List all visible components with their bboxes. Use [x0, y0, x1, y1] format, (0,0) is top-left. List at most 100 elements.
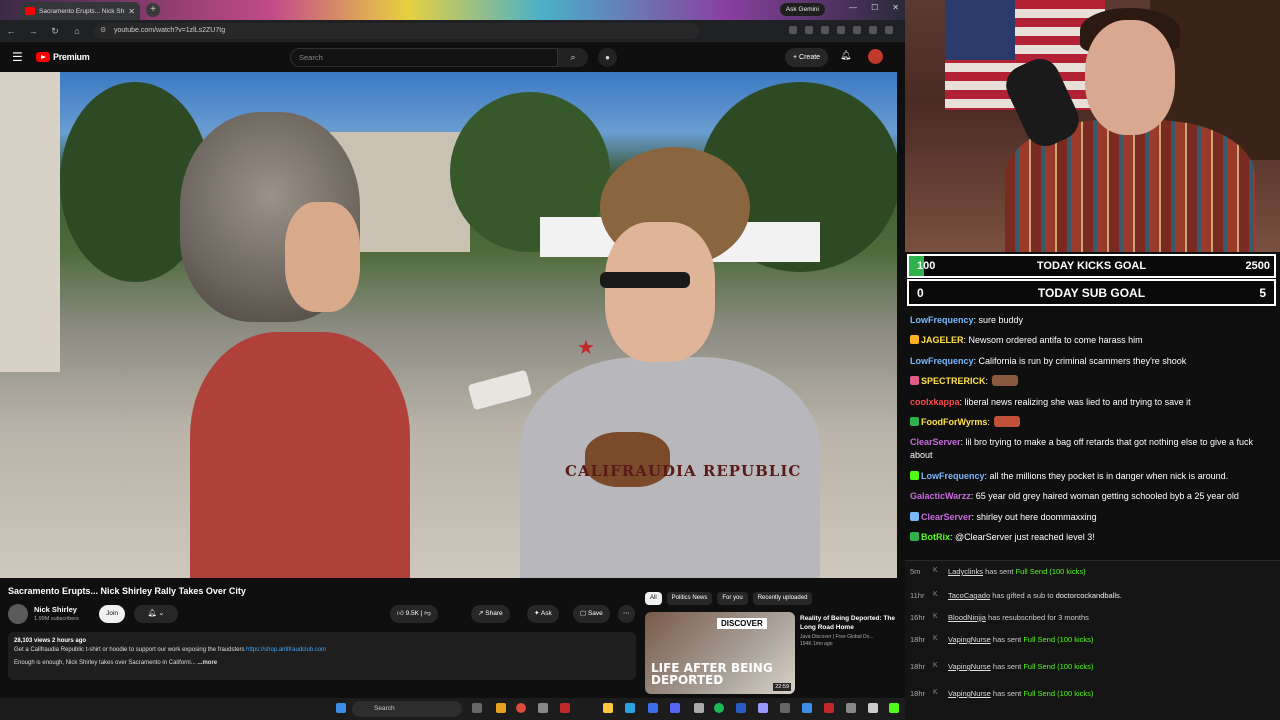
event-username[interactable]: VapingNurse: [948, 635, 991, 644]
extension-icon[interactable]: [821, 26, 829, 34]
extension-icon[interactable]: [789, 26, 797, 34]
ask-button[interactable]: ✦ Ask: [527, 605, 559, 623]
url-field[interactable]: ⚙ youtube.com/watch?v=1zlLs2ZU7tg: [94, 23, 699, 39]
event-username[interactable]: VapingNurse: [948, 662, 991, 671]
app-icon[interactable]: [868, 703, 878, 713]
chat-username[interactable]: LowFrequency: [910, 315, 974, 325]
share-button[interactable]: ↗ Share: [471, 605, 510, 623]
minimize-icon[interactable]: —: [849, 3, 857, 12]
app-icon[interactable]: [780, 703, 790, 713]
search-icon[interactable]: ⌕: [558, 48, 588, 67]
app-icon[interactable]: [846, 703, 856, 713]
chat-text: :: [987, 416, 990, 427]
channel-avatar[interactable]: [8, 604, 28, 624]
chip-for-you[interactable]: For you: [717, 592, 748, 605]
tab-close-icon[interactable]: ✕: [128, 7, 135, 16]
extension-icon[interactable]: [837, 26, 845, 34]
hamburger-menu-icon[interactable]: ☰: [12, 50, 26, 64]
taskbar-search[interactable]: Search: [352, 701, 462, 717]
start-icon[interactable]: [336, 703, 346, 713]
youtube-logo[interactable]: Premium: [36, 52, 90, 62]
app-icon[interactable]: [560, 703, 570, 713]
app-icon[interactable]: [736, 703, 746, 713]
share-label: Share: [485, 610, 503, 617]
app-icon[interactable]: [538, 703, 548, 713]
home-icon[interactable]: ⌂: [72, 26, 82, 36]
join-button[interactable]: Join: [99, 605, 125, 623]
app-icon[interactable]: [648, 703, 658, 713]
chat-username[interactable]: coolxkappa: [910, 397, 960, 407]
site-info-icon[interactable]: ⚙: [100, 23, 106, 39]
discord-icon[interactable]: [670, 703, 680, 713]
kick-icon[interactable]: [889, 703, 899, 713]
create-button[interactable]: + Create: [785, 48, 829, 67]
file-explorer-icon[interactable]: [496, 703, 506, 713]
premiere-icon[interactable]: [758, 703, 768, 713]
channel-name[interactable]: Nick Shirley: [34, 605, 77, 614]
chat-username[interactable]: LowFrequency: [921, 471, 985, 481]
event-username[interactable]: BloodNinjja: [948, 613, 986, 622]
event-username[interactable]: VapingNurse: [948, 689, 991, 698]
more-link[interactable]: ...more: [197, 660, 217, 666]
chrome-icon[interactable]: [516, 703, 526, 713]
app-icon[interactable]: [824, 703, 834, 713]
video-duration: 22:59: [773, 683, 791, 691]
menu-dots-icon[interactable]: [885, 26, 893, 34]
bookmark-star-icon[interactable]: [805, 26, 813, 34]
chat-message: LowFrequency: California is run by crimi…: [910, 355, 1270, 368]
chip-politics-news[interactable]: Politics News: [666, 592, 713, 605]
recommended-title[interactable]: Reality of Being Deported: The Long Road…: [800, 614, 895, 632]
event-text: VapingNurse has sent Full Send (100 kick…: [948, 662, 1093, 671]
telegram-icon[interactable]: [625, 703, 635, 713]
shop-link[interactable]: https://shop.antifraudclub.com: [246, 647, 326, 653]
account-avatar[interactable]: [868, 49, 883, 64]
chat-username[interactable]: GalacticWarzz: [910, 491, 971, 501]
microphone-icon[interactable]: ●: [598, 48, 617, 67]
spotify-icon[interactable]: [714, 703, 724, 713]
app-icon[interactable]: [603, 703, 613, 713]
like-button[interactable]: 👍︎ 9.5K | 👎︎: [390, 605, 438, 623]
chat-username[interactable]: JAGELER: [921, 335, 964, 345]
chat-username[interactable]: ClearServer: [921, 512, 972, 522]
app-icon[interactable]: [802, 703, 812, 713]
event-username[interactable]: TacoCagado: [948, 591, 990, 600]
search-input[interactable]: Search: [290, 48, 558, 67]
kicks-goal-bar: 100 TODAY KICKS GOAL 2500: [907, 254, 1276, 278]
recommended-thumbnail[interactable]: DISCOVER LIFE AFTER BEING DEPORTED 22:59: [645, 612, 795, 694]
chat-message: JAGELER: Newsom ordered antifa to come h…: [910, 334, 1270, 347]
browser-tab-active[interactable]: Sacramento Erupts... Nick Sh ✕: [20, 2, 140, 20]
star-icon: ★: [577, 337, 595, 359]
ask-label: Ask: [540, 610, 552, 617]
new-tab-button[interactable]: +: [146, 3, 160, 17]
more-actions-icon[interactable]: ⋯: [618, 605, 635, 623]
subscribed-bell-button[interactable]: 🔔︎ ⌄: [134, 605, 178, 623]
save-button[interactable]: ▢ Save: [573, 605, 610, 623]
back-icon[interactable]: ←: [6, 26, 16, 36]
chat-username[interactable]: LowFrequency: [910, 356, 974, 366]
chat-username[interactable]: FoodForWyrms: [921, 417, 987, 427]
extension-icons: [789, 26, 893, 34]
chip-recently-uploaded[interactable]: Recently uploaded: [752, 592, 813, 605]
chat-username[interactable]: BotRix: [921, 532, 950, 542]
task-view-icon[interactable]: [472, 703, 482, 713]
chat-username[interactable]: ClearServer: [910, 437, 961, 447]
chat-message: LowFrequency: sure buddy: [910, 314, 1270, 327]
kicks-goal-label: TODAY KICKS GOAL: [1036, 260, 1147, 272]
chat-username[interactable]: SPECTRERICK: [921, 376, 986, 386]
chat-badge-icon: [910, 335, 919, 345]
forward-icon[interactable]: →: [28, 26, 38, 36]
profile-icon[interactable]: [869, 26, 877, 34]
video-player[interactable]: ★ CALIFRAUDIA REPUBLIC: [0, 72, 897, 578]
maximize-icon[interactable]: ☐: [871, 3, 878, 12]
event-username[interactable]: Ladyclinks: [948, 567, 983, 576]
description-box[interactable]: 28,103 views 2 hours ago Get a Califraud…: [8, 632, 636, 680]
close-window-icon[interactable]: ✕: [892, 3, 899, 12]
address-bar-row: ← → ↻ ⌂ ⚙ youtube.com/watch?v=1zlLs2ZU7t…: [0, 20, 905, 42]
kick-event-icon: K: [933, 689, 938, 696]
reload-icon[interactable]: ↻: [50, 26, 60, 37]
notifications-bell-icon[interactable]: 🔔︎: [840, 50, 851, 61]
app-icon[interactable]: [694, 703, 704, 713]
chip-all[interactable]: All: [645, 592, 662, 605]
ask-gemini-button[interactable]: Ask Gemini: [779, 3, 825, 16]
extension-icon[interactable]: [853, 26, 861, 34]
